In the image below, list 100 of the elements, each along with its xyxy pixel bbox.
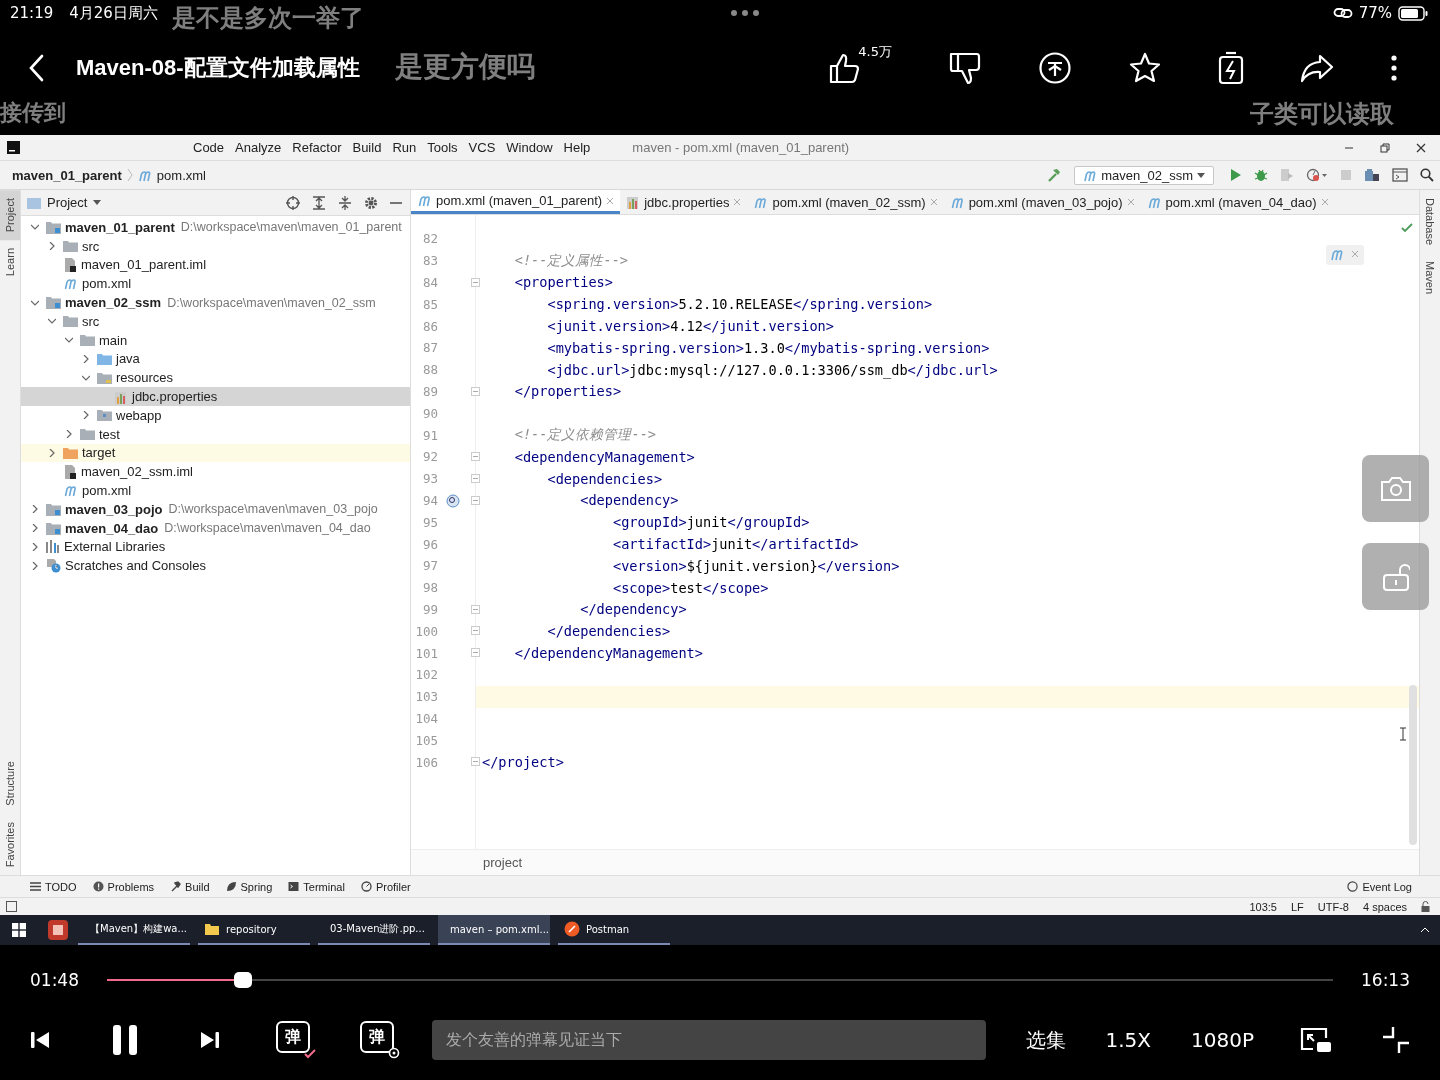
status-item[interactable]: UTF-8 [1317,900,1349,913]
tree-item[interactable]: pom.xml [21,274,410,294]
status-item[interactable]: 4 spaces [1362,900,1407,913]
fold-marker-icon[interactable] [471,386,480,396]
tool-window-tab[interactable]: Learn [0,240,20,285]
profile-icon[interactable] [1306,168,1328,182]
scrollbar[interactable] [1409,685,1417,845]
tree-item[interactable]: pom.xml [21,481,410,500]
tool-window-button[interactable]: Problems [92,880,155,893]
editor-tab[interactable]: pom.xml (maven_01_parent) [411,190,621,214]
previous-icon[interactable] [30,1030,50,1050]
windows-start-icon[interactable] [12,923,26,937]
taskbar-item[interactable]: 【Maven】构建wa... [78,915,190,945]
next-icon[interactable] [200,1030,220,1050]
project-structure-icon[interactable] [1364,168,1380,182]
coin-icon[interactable] [1038,51,1072,85]
episodes-button[interactable]: 选集 [1025,1026,1066,1054]
menu-item[interactable]: Tools [427,140,458,155]
chevron-up-icon[interactable] [1420,927,1430,933]
tool-window-tab[interactable]: Database [1424,190,1436,254]
debug-icon[interactable] [1254,168,1268,182]
run-config-dropdown[interactable]: maven_02_ssm [1074,165,1214,185]
tree-item[interactable]: maven_01_parent.iml [21,255,410,275]
quality-button[interactable]: 1080P [1191,1028,1254,1052]
fold-marker-icon[interactable] [471,626,480,636]
terminal-window-icon[interactable] [1392,168,1408,182]
override-marker-icon[interactable] [446,493,460,508]
panel-toggle-icon[interactable] [6,901,17,912]
exit-fullscreen-icon[interactable] [1382,1026,1410,1054]
hide-icon[interactable] [390,200,402,205]
more-icon[interactable] [1390,53,1398,83]
editor-tab[interactable]: pom.xml (maven_04_dao) [1140,190,1335,214]
progress-thumb[interactable] [234,972,253,988]
tree-item[interactable]: target [21,443,410,463]
tool-window-tab[interactable]: Favorites [0,813,20,875]
tree-item[interactable]: jdbc.properties [21,387,410,406]
fold-marker-icon[interactable] [471,495,480,505]
thumbs-down-icon[interactable] [948,51,982,85]
taskbar-item[interactable]: maven – pom.xml... [438,915,550,945]
expand-all-icon[interactable] [312,195,326,210]
share-icon[interactable] [1300,53,1334,83]
tree-item[interactable]: External Libraries [21,537,410,557]
tool-window-button[interactable]: TODO [30,880,77,893]
close-icon[interactable] [1416,142,1426,153]
lock-icon[interactable] [1421,901,1430,912]
tree-item[interactable]: webapp [21,405,410,425]
collapse-all-icon[interactable] [338,195,352,210]
search-icon[interactable] [1420,168,1434,182]
tree-item[interactable]: java [21,349,410,369]
fold-marker-icon[interactable] [471,757,480,767]
breadcrumb-item[interactable]: pom.xml [156,167,206,183]
menu-item[interactable]: VCS [468,140,496,155]
editor-tab[interactable]: pom.xml (maven_02_ssm) [747,190,944,214]
locate-icon[interactable] [286,195,300,210]
tree-item[interactable]: maven_02_ssm.iml [21,462,410,482]
hammer-icon[interactable] [1046,167,1063,183]
taskbar-item[interactable]: Postman [558,915,670,945]
taskbar-item[interactable]: 03-Maven进阶.pp... [318,915,430,945]
menu-item[interactable]: Refactor [292,140,342,155]
fold-marker-icon[interactable] [471,473,480,483]
tool-window-tab[interactable]: Project [0,190,20,241]
fold-marker-icon[interactable] [471,451,480,461]
tool-window-button[interactable]: Profiler [360,880,411,893]
menu-item[interactable]: Window [506,140,553,155]
fold-marker-icon[interactable] [471,277,480,287]
tool-window-button[interactable]: Build [170,880,210,893]
project-view-dropdown[interactable]: Project [47,195,102,210]
tree-item[interactable]: src [21,236,410,256]
editor-tab[interactable]: pom.xml (maven_03_pojo) [943,190,1141,214]
tree-item[interactable]: Scratches and Consoles [21,556,410,576]
danmaku-input[interactable]: 发个友善的弹幕见证当下 [432,1020,986,1060]
tree-item[interactable]: test [21,424,410,444]
status-item[interactable]: LF [1290,900,1304,913]
battery-bolt-icon[interactable] [1218,51,1244,85]
star-icon[interactable] [1128,51,1162,85]
breadcrumb-item[interactable]: project [483,855,523,870]
settings-icon[interactable] [364,195,378,210]
back-icon[interactable] [28,54,44,82]
event-log-button[interactable]: Event Log [1347,880,1412,893]
editor-tab[interactable]: jdbc.properties [620,190,748,214]
menu-item[interactable]: Build [352,140,382,155]
tree-item[interactable]: src [21,312,410,331]
menu-item[interactable]: Help [563,140,591,155]
run-icon[interactable] [1230,168,1242,182]
pause-icon[interactable] [112,1024,138,1056]
fold-marker-icon[interactable] [471,648,480,658]
fold-marker-icon[interactable] [471,604,480,614]
menu-item[interactable]: Analyze [235,140,282,155]
tree-item[interactable]: resources [21,368,410,388]
tree-item[interactable]: maven_02_ssm D:\workspace\maven\maven_02_ssm [21,293,410,312]
menu-item[interactable]: Code [193,140,225,155]
tool-window-tab[interactable]: Maven [1424,253,1436,303]
tool-window-tab[interactable]: Structure [0,753,20,814]
breadcrumb-item[interactable]: maven_01_parent [12,167,122,183]
restore-icon[interactable] [1380,142,1390,153]
app-icon[interactable] [48,920,68,940]
menu-item[interactable]: Run [392,140,417,155]
picture-in-picture-icon[interactable] [1300,1026,1332,1054]
tool-window-button[interactable]: Terminal [288,880,345,893]
status-item[interactable]: 103:5 [1249,900,1277,913]
